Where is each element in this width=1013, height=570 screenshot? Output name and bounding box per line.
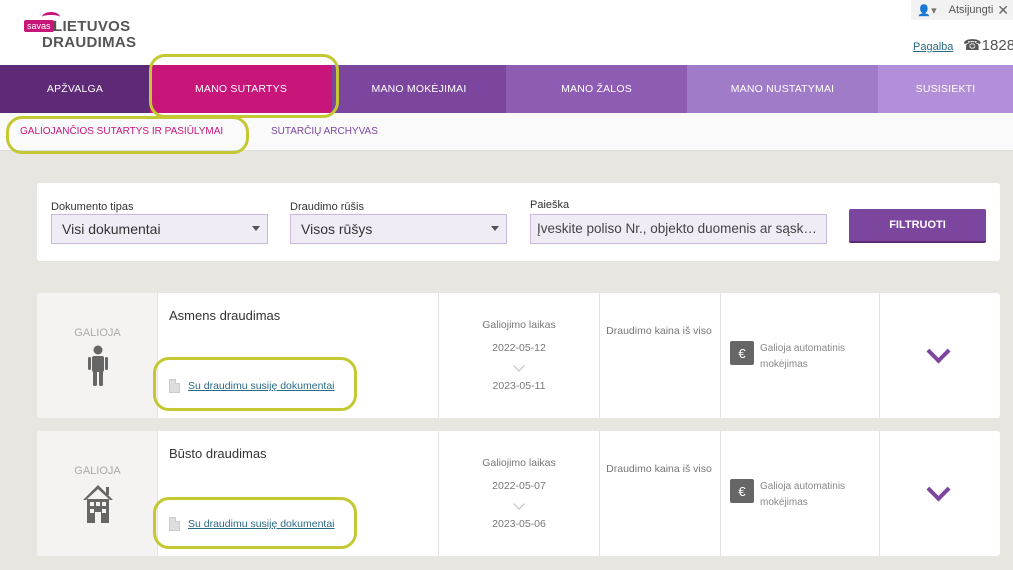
ins-type-value: Visos rūšys	[301, 221, 373, 237]
nav-item-my-contracts[interactable]: Mano sutartys	[150, 65, 332, 113]
valid-to: 2023-05-06	[492, 518, 546, 530]
chevron-down-icon	[513, 498, 525, 510]
phone-number: ☎1828	[963, 37, 1013, 54]
documents-row: Su draudimu susiję dokumentai	[169, 517, 335, 531]
nav-item-my-claims[interactable]: Mano žalos	[506, 65, 687, 113]
validity-period: Galiojimo laikas 2022-05-12 2023-05-11	[439, 319, 599, 392]
logo-badge: savas	[24, 20, 54, 32]
status-badge: Galioja	[74, 327, 121, 339]
validity-label: Galiojimo laikas	[482, 319, 556, 331]
search-label: Paieška	[530, 199, 570, 211]
nav-item-my-payments[interactable]: Mano mokėjimai	[332, 65, 506, 113]
tab-active-contracts[interactable]: Galiojančios sutartys ir pasiūlymai	[20, 126, 223, 137]
euro-refresh-icon: €	[730, 341, 754, 365]
auto-payment: € Galioja automatinis mokėjimas	[730, 341, 870, 373]
logo[interactable]: savas LIETUVOS DRAUDIMAS	[22, 8, 136, 60]
validity-period: Galiojimo laikas 2022-05-07 2023-05-06	[439, 457, 599, 530]
main-nav: Apžvalga Mano sutartys Mano mokėjimai Ma…	[0, 65, 1013, 113]
policy-card: Galioja Būsto draudimas Su draudimu susi…	[37, 431, 1000, 556]
divider	[599, 431, 600, 556]
user-area: 👤▾ Atsijungti ✕	[911, 0, 1013, 20]
doc-type-value: Visi dokumentai	[62, 221, 161, 237]
document-icon	[169, 379, 180, 393]
divider	[879, 431, 880, 556]
policy-title: Asmens draudimas	[169, 308, 281, 323]
policy-status-panel: Galioja	[37, 431, 158, 556]
user-icon[interactable]: 👤▾	[917, 4, 936, 17]
euro-refresh-icon: €	[730, 479, 754, 503]
auto-payment: € Galioja automatinis mokėjimas	[730, 479, 870, 511]
caret-down-icon	[252, 226, 260, 231]
documents-link[interactable]: Su draudimu susiję dokumentai	[188, 380, 335, 392]
logo-line1: LIETUVOS	[53, 18, 131, 35]
valid-from: 2022-05-12	[492, 342, 546, 354]
status-badge: Galioja	[74, 465, 121, 477]
search-input[interactable]: Įveskite poliso Nr., objekto duomenis ar…	[530, 214, 827, 244]
nav-item-my-settings[interactable]: Mano nustatymai	[687, 65, 878, 113]
expand-chevron-icon[interactable]	[926, 345, 950, 365]
policy-status-panel: Galioja	[37, 293, 158, 418]
filter-button[interactable]: FILTRUOTI	[849, 209, 986, 243]
divider	[599, 293, 600, 418]
chevron-down-icon	[513, 360, 525, 372]
documents-row: Su draudimu susiję dokumentai	[169, 379, 335, 393]
divider	[879, 293, 880, 418]
filter-panel: Dokumento tipas Visi dokumentai Draudimo…	[37, 183, 1000, 261]
logout-link[interactable]: Atsijungti	[949, 4, 994, 16]
price-label: Draudimo kaina iš viso	[606, 463, 712, 475]
valid-to: 2023-05-11	[492, 380, 546, 392]
expand-chevron-icon[interactable]	[926, 483, 950, 503]
ins-type-select[interactable]: Visos rūšys	[290, 214, 507, 244]
divider	[720, 431, 721, 556]
sub-nav: Galiojančios sutartys ir pasiūlymai Suta…	[0, 113, 1013, 151]
policy-card: Galioja Asmens draudimas Su draudimu sus…	[37, 293, 1000, 418]
divider	[720, 293, 721, 418]
auto-payment-text: Galioja automatinis mokėjimas	[760, 343, 846, 370]
close-icon[interactable]: ✕	[997, 2, 1009, 19]
valid-from: 2022-05-07	[492, 480, 546, 492]
nav-item-overview[interactable]: Apžvalga	[0, 65, 150, 113]
logo-line2: DRAUDIMAS	[42, 34, 137, 51]
validity-label: Galiojimo laikas	[482, 457, 556, 469]
person-icon	[88, 345, 108, 386]
house-icon	[83, 485, 113, 523]
document-icon	[169, 517, 180, 531]
header: savas LIETUVOS DRAUDIMAS 👤▾ Atsijungti ✕…	[0, 0, 1013, 65]
doc-type-select[interactable]: Visi dokumentai	[51, 214, 268, 244]
price-label: Draudimo kaina iš viso	[606, 325, 712, 337]
caret-down-icon	[491, 226, 499, 231]
documents-link[interactable]: Su draudimu susiję dokumentai	[188, 518, 335, 530]
help-link[interactable]: Pagalba	[913, 41, 953, 53]
ins-type-label: Draudimo rūšis	[290, 201, 364, 213]
tab-contract-archive[interactable]: Sutarčių archyvas	[271, 126, 378, 137]
policy-title: Būsto draudimas	[169, 446, 267, 461]
auto-payment-text: Galioja automatinis mokėjimas	[760, 481, 846, 508]
nav-item-contact[interactable]: Susisiekti	[878, 65, 1013, 113]
doc-type-label: Dokumento tipas	[51, 201, 134, 213]
